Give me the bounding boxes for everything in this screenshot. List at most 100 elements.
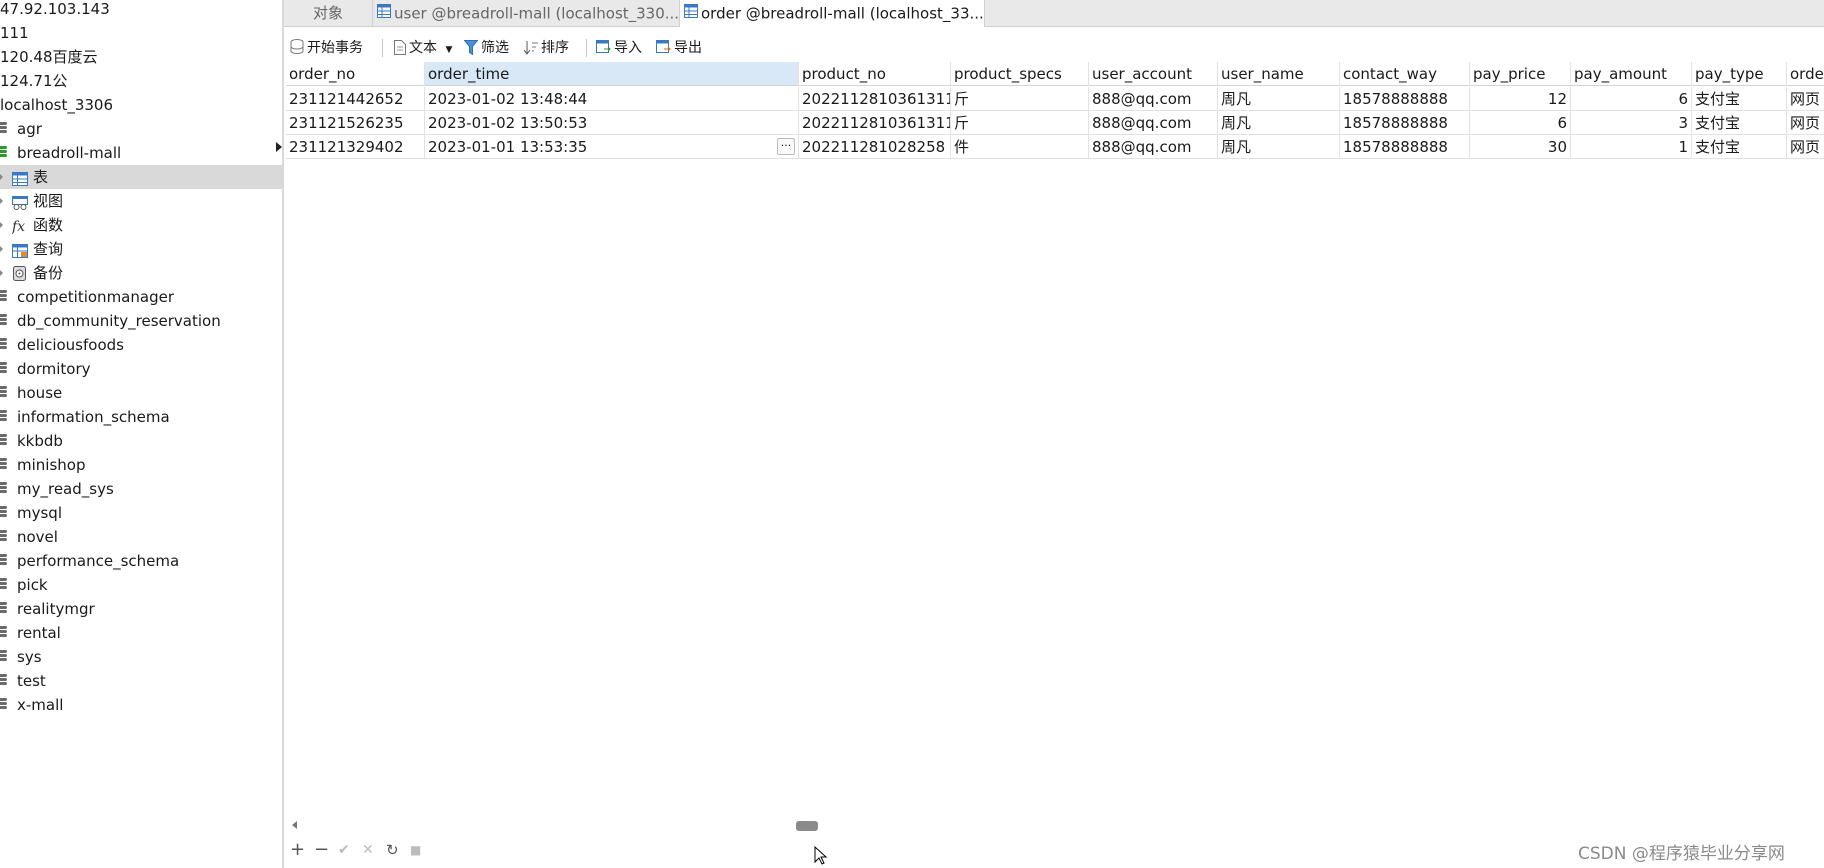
database-item[interactable]: sys — [0, 645, 282, 669]
table-cell-orde[interactable]: 网页 — [1787, 111, 1824, 135]
delete-record-button[interactable]: − — [314, 840, 329, 860]
database-item[interactable]: pick — [0, 573, 282, 597]
filter-button[interactable]: 筛选 — [463, 35, 509, 61]
connection-item[interactable]: 47.92.103.143 — [0, 0, 282, 21]
table-cell-order_time[interactable]: 2023-01-02 13:48:44 — [425, 87, 799, 111]
table-cell-order_time[interactable]: 2023-01-02 13:50:53 — [425, 111, 799, 135]
table-cell-pay_type[interactable]: 支付宝 — [1692, 87, 1787, 111]
object-item-backup[interactable]: 备份 — [0, 261, 282, 285]
object-item-query[interactable]: 查询 — [0, 237, 282, 261]
table-cell-product_specs[interactable]: 斤 — [951, 111, 1089, 135]
database-item[interactable]: minishop — [0, 453, 282, 477]
connection-item[interactable]: localhost_3306 — [0, 93, 282, 117]
database-item[interactable]: test — [0, 669, 282, 693]
table-cell-user_name[interactable]: 周凡 — [1218, 135, 1340, 159]
column-header-pay_price[interactable]: pay_price — [1470, 62, 1571, 86]
table-cell-pay_amount[interactable]: 6 — [1571, 87, 1692, 111]
table-cell-order_no[interactable]: 231121442652 — [286, 87, 425, 111]
database-item[interactable]: dormitory — [0, 357, 282, 381]
table-cell-product_specs[interactable]: 斤 — [951, 87, 1089, 111]
import-button[interactable]: 导入 — [596, 35, 642, 61]
database-item[interactable]: mysql — [0, 501, 282, 525]
table-cell-order_no[interactable]: 231121329402 — [286, 135, 425, 159]
database-item[interactable]: realitymgr — [0, 597, 282, 621]
table-cell-contact_way[interactable]: 18578888888 — [1340, 111, 1470, 135]
database-item[interactable]: house — [0, 381, 282, 405]
column-header-order_no[interactable]: order_no — [286, 62, 425, 86]
expand-arrow-icon[interactable] — [0, 198, 3, 204]
table-cell-orde[interactable]: 网页 — [1787, 135, 1824, 159]
table-cell-pay_type[interactable]: 支付宝 — [1692, 135, 1787, 159]
expand-arrow-icon[interactable] — [0, 246, 3, 252]
table-row[interactable]: 231121329402 2023-01-01 13:53:35 202211281… — [276, 135, 1824, 159]
column-header-pay_type[interactable]: pay_type — [1692, 62, 1787, 86]
tab-objects[interactable]: 对象 — [284, 0, 373, 26]
scrollbar-thumb[interactable] — [796, 821, 818, 831]
table-cell-pay_type[interactable]: 支付宝 — [1692, 111, 1787, 135]
database-item[interactable]: competitionmanager — [0, 285, 282, 309]
table-cell-user_account[interactable]: 888@qq.com — [1089, 87, 1218, 111]
object-item-view[interactable]: 视图 — [0, 189, 282, 213]
export-button[interactable]: 导出 — [656, 35, 702, 61]
table-cell-user_name[interactable]: 周凡 — [1218, 111, 1340, 135]
table-cell-order_time[interactable]: 2023-01-01 13:53:35 — [425, 135, 799, 159]
table-cell-pay_amount[interactable]: 1 — [1571, 135, 1692, 159]
discard-changes-button[interactable]: ✕ — [362, 840, 374, 860]
column-header-orde[interactable]: orde — [1787, 62, 1824, 86]
table-cell-user_name[interactable]: 周凡 — [1218, 87, 1340, 111]
database-item[interactable]: information_schema — [0, 405, 282, 429]
cell-editor-ellipsis-button[interactable]: ··· — [777, 138, 795, 155]
table-cell-pay_price[interactable]: 6 — [1470, 111, 1571, 135]
sort-button[interactable]: 排序 — [523, 35, 569, 61]
tab-order-table[interactable]: order @breadroll-mall (localhost_33... — [680, 0, 985, 27]
table-row[interactable]: 231121526235 2023-01-02 13:50:53 202211281… — [286, 111, 1824, 135]
begin-transaction-button[interactable]: 开始事务 — [290, 35, 363, 61]
table-cell-contact_way[interactable]: 18578888888 — [1340, 87, 1470, 111]
stop-button[interactable]: ■ — [410, 840, 421, 860]
table-cell-product_no[interactable]: 2022112810361311 — [799, 111, 951, 135]
database-item[interactable]: agr — [0, 117, 282, 141]
database-item[interactable]: kkbdb — [0, 429, 282, 453]
database-item[interactable]: deliciousfoods — [0, 333, 282, 357]
column-header-user_account[interactable]: user_account — [1089, 62, 1218, 86]
expand-arrow-icon[interactable] — [0, 222, 3, 228]
table-cell-user_account[interactable]: 888@qq.com — [1089, 111, 1218, 135]
column-header-order_time[interactable]: order_time — [425, 62, 799, 86]
connection-item[interactable]: 111 — [0, 21, 282, 45]
tab-user-table[interactable]: user @breadroll-mall (localhost_330... — [373, 0, 680, 26]
database-item[interactable]: my_read_sys — [0, 477, 282, 501]
scroll-left-icon[interactable] — [292, 821, 297, 829]
object-item-function[interactable]: fx 函数 — [0, 213, 282, 237]
table-cell-pay_price[interactable]: 30 — [1470, 135, 1571, 159]
table-cell-pay_price[interactable]: 12 — [1470, 87, 1571, 111]
table-cell-pay_amount[interactable]: 3 — [1571, 111, 1692, 135]
table-cell-product_no[interactable]: 2022112810361311 — [799, 87, 951, 111]
expand-arrow-icon[interactable] — [0, 174, 3, 180]
database-item[interactable]: breadroll-mall — [0, 141, 282, 165]
database-item[interactable]: performance_schema — [0, 549, 282, 573]
column-header-contact_way[interactable]: contact_way — [1340, 62, 1470, 86]
connection-item[interactable]: 120.48百度云 — [0, 45, 282, 69]
column-header-product_specs[interactable]: product_specs — [951, 62, 1089, 86]
refresh-button[interactable]: ↻ — [386, 840, 399, 860]
table-row[interactable]: 231121442652 2023-01-02 13:48:44 202211281… — [286, 87, 1824, 111]
database-item[interactable]: novel — [0, 525, 282, 549]
database-item[interactable]: db_community_reservation — [0, 309, 282, 333]
table-cell-user_account[interactable]: 888@qq.com — [1089, 135, 1218, 159]
object-item-table[interactable]: 表 — [0, 165, 282, 189]
table-cell-product_no[interactable]: 202211281028258 — [799, 135, 951, 159]
text-view-button[interactable]: 文本 ▼ — [394, 35, 452, 61]
database-item[interactable]: x-mall — [0, 693, 282, 717]
horizontal-scrollbar[interactable] — [286, 816, 1824, 836]
column-header-product_no[interactable]: product_no — [799, 62, 951, 86]
table-cell-product_specs[interactable]: 件 — [951, 135, 1089, 159]
database-item[interactable]: rental — [0, 621, 282, 645]
table-cell-contact_way[interactable]: 18578888888 — [1340, 135, 1470, 159]
connection-item[interactable]: 124.71公 — [0, 69, 282, 93]
table-cell-orde[interactable]: 网页 — [1787, 87, 1824, 111]
expand-arrow-icon[interactable] — [0, 270, 3, 276]
table-cell-order_no[interactable]: 231121526235 — [286, 111, 425, 135]
column-header-user_name[interactable]: user_name — [1218, 62, 1340, 86]
add-record-button[interactable]: + — [290, 840, 305, 860]
column-header-pay_amount[interactable]: pay_amount — [1571, 62, 1692, 86]
